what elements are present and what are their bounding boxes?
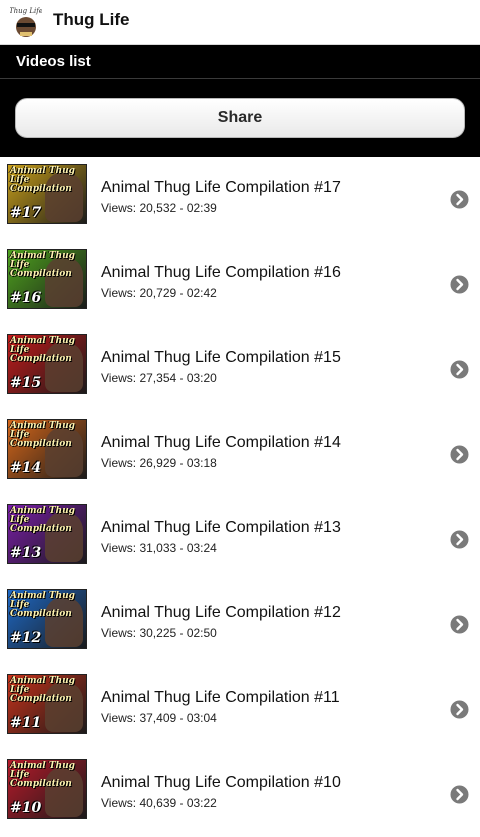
svg-text:Thug Life: Thug Life (10, 7, 42, 15)
video-meta: Views: 27,354 - 03:20 (101, 371, 217, 385)
video-title: Animal Thug Life Compilation #13 (101, 519, 341, 536)
video-thumbnail: Animal Thug Life Compilation #16 (7, 249, 87, 309)
thumbnail-number: #11 (10, 715, 42, 731)
video-title: Animal Thug Life Compilation #14 (101, 434, 341, 451)
thumbnail-number: #16 (10, 290, 42, 306)
chevron-right-circle-icon[interactable] (450, 700, 469, 719)
video-meta: Views: 20,729 - 02:42 (101, 286, 217, 300)
thumbnail-caption: Animal Thug Life Compilation (10, 591, 75, 619)
thumbnail-caption: Animal Thug Life Compilation (10, 166, 75, 194)
chevron-right-circle-icon[interactable] (450, 190, 469, 209)
video-list-item[interactable]: Animal Thug Life Compilation #16 Animal Th… (0, 242, 480, 327)
video-title: Animal Thug Life Compilation #10 (101, 774, 341, 791)
video-list-item[interactable]: Animal Thug Life Compilation #14 Animal Th… (0, 412, 480, 497)
video-list-item[interactable]: Animal Thug Life Compilation #13 Animal Th… (0, 497, 480, 582)
video-thumbnail: Animal Thug Life Compilation #17 (7, 164, 87, 224)
chevron-right-circle-icon[interactable] (450, 445, 469, 464)
video-list-item[interactable]: Animal Thug Life Compilation #15 Animal Th… (0, 327, 480, 412)
thumbnail-number: #17 (10, 205, 42, 221)
video-list-item[interactable]: Animal Thug Life Compilation #11 Animal Th… (0, 667, 480, 752)
video-thumbnail: Animal Thug Life Compilation #13 (7, 504, 87, 564)
video-title: Animal Thug Life Compilation #17 (101, 179, 341, 196)
app-title: Thug Life (53, 10, 130, 29)
video-meta: Views: 20,532 - 02:39 (101, 201, 217, 215)
thumbnail-caption: Animal Thug Life Compilation (10, 506, 75, 534)
video-meta: Views: 30,225 - 02:50 (101, 626, 217, 640)
video-list-item[interactable]: Animal Thug Life Compilation #10 Animal Th… (0, 752, 480, 837)
thumbnail-caption: Animal Thug Life Compilation (10, 421, 75, 449)
video-meta: Views: 37,409 - 03:04 (101, 711, 217, 725)
chevron-right-circle-icon[interactable] (450, 530, 469, 549)
chevron-right-circle-icon[interactable] (450, 785, 469, 804)
video-meta: Views: 31,033 - 03:24 (101, 541, 217, 555)
thumbnail-number: #10 (10, 800, 42, 816)
videos-header: Videos list Share (0, 45, 480, 157)
video-thumbnail: Animal Thug Life Compilation #14 (7, 419, 87, 479)
video-list-item[interactable]: Animal Thug Life Compilation #12 Animal Th… (0, 582, 480, 667)
video-thumbnail: Animal Thug Life Compilation #11 (7, 674, 87, 734)
video-title: Animal Thug Life Compilation #12 (101, 604, 341, 621)
thumbnail-caption: Animal Thug Life Compilation (10, 676, 75, 704)
chevron-right-circle-icon[interactable] (450, 275, 469, 294)
section-title: Videos list (16, 53, 91, 70)
video-title: Animal Thug Life Compilation #16 (101, 264, 341, 281)
chevron-right-circle-icon[interactable] (450, 615, 469, 634)
thumbnail-caption: Animal Thug Life Compilation (10, 336, 75, 364)
thumbnail-number: #15 (10, 375, 42, 391)
thug-life-dog-icon[interactable]: Thug Life (9, 5, 43, 39)
thumbnail-caption: Animal Thug Life Compilation (10, 761, 75, 789)
thumbnail-caption: Animal Thug Life Compilation (10, 251, 75, 279)
app-bar: Thug Life Thug Life (0, 0, 480, 45)
video-meta: Views: 26,929 - 03:18 (101, 456, 217, 470)
video-title: Animal Thug Life Compilation #11 (101, 689, 340, 706)
chevron-right-circle-icon[interactable] (450, 360, 469, 379)
thumbnail-number: #13 (10, 545, 42, 561)
video-thumbnail: Animal Thug Life Compilation #15 (7, 334, 87, 394)
thumbnail-number: #12 (10, 630, 42, 646)
video-title: Animal Thug Life Compilation #15 (101, 349, 341, 366)
header-divider (0, 78, 480, 79)
thumbnail-number: #14 (10, 460, 42, 476)
video-meta: Views: 40,639 - 03:22 (101, 796, 217, 810)
share-button[interactable]: Share (15, 98, 465, 138)
video-list-item[interactable]: Animal Thug Life Compilation #17 Animal Th… (0, 157, 480, 242)
video-thumbnail: Animal Thug Life Compilation #12 (7, 589, 87, 649)
video-thumbnail: Animal Thug Life Compilation #10 (7, 759, 87, 819)
